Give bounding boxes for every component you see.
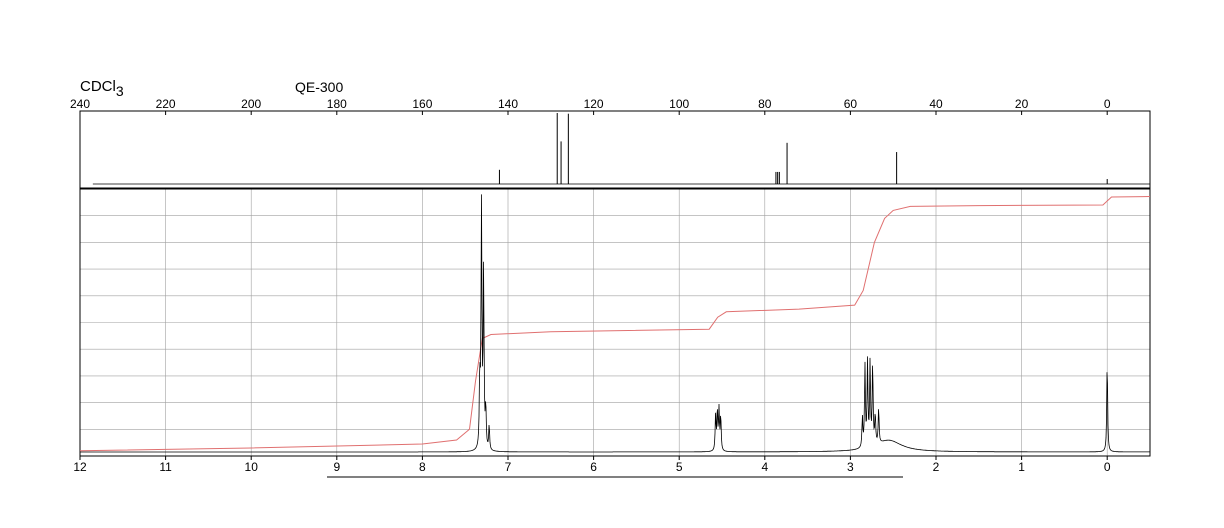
h1-tick-label: 0 [1104, 460, 1111, 474]
instrument-label: QE-300 [295, 79, 343, 95]
c13-tick-label: 40 [929, 97, 943, 111]
h1-tick-label: 10 [245, 460, 259, 474]
h1-tick-label: 12 [73, 460, 87, 474]
c13-spectrum-panel: 240 220 200 180 160 140 120 100 80 60 40 20 0 [70, 97, 1151, 189]
h1-tick-label: 3 [847, 460, 854, 474]
h1-spectrum-trace [80, 194, 1150, 453]
h1-tick-label: 4 [761, 460, 768, 474]
h1-tick-label: 2 [933, 460, 940, 474]
c13-tick-label: 160 [412, 97, 432, 111]
c13-tick-label: 0 [1104, 97, 1111, 111]
c13-tick-label: 20 [1015, 97, 1029, 111]
c13-frame [79, 110, 1151, 189]
h1-tick-label: 9 [333, 460, 340, 474]
h1-integral-curve [79, 196, 1151, 452]
c13-tick-label: 220 [156, 97, 176, 111]
c13-tick-label: 180 [327, 97, 347, 111]
solvent-label: CDCl3 [80, 78, 124, 99]
h1-tick-label: 11 [159, 460, 172, 474]
h1-spectrum-panel: 12 11 10 9 8 7 6 5 4 3 2 1 0 [73, 188, 1151, 474]
c13-tick-label: 60 [844, 97, 858, 111]
c13-tick-label: 120 [584, 97, 604, 111]
h1-tick-label: 7 [505, 460, 512, 474]
h1-tick-label: 1 [1018, 460, 1025, 474]
h1-tick-label: 6 [590, 460, 597, 474]
c13-tick-label: 100 [669, 97, 689, 111]
nmr-spectrum-figure: CDCl3 QE-300 240 220 200 180 160 140 120 100 80 6… [70, 78, 1151, 478]
h1-tick-label: 5 [676, 460, 683, 474]
c13-tick-label: 240 [70, 97, 90, 111]
c13-tick-label: 200 [241, 97, 261, 111]
h1-tick-label: 8 [419, 460, 426, 474]
c13-tick-label: 140 [498, 97, 518, 111]
c13-tick-label: 80 [758, 97, 772, 111]
